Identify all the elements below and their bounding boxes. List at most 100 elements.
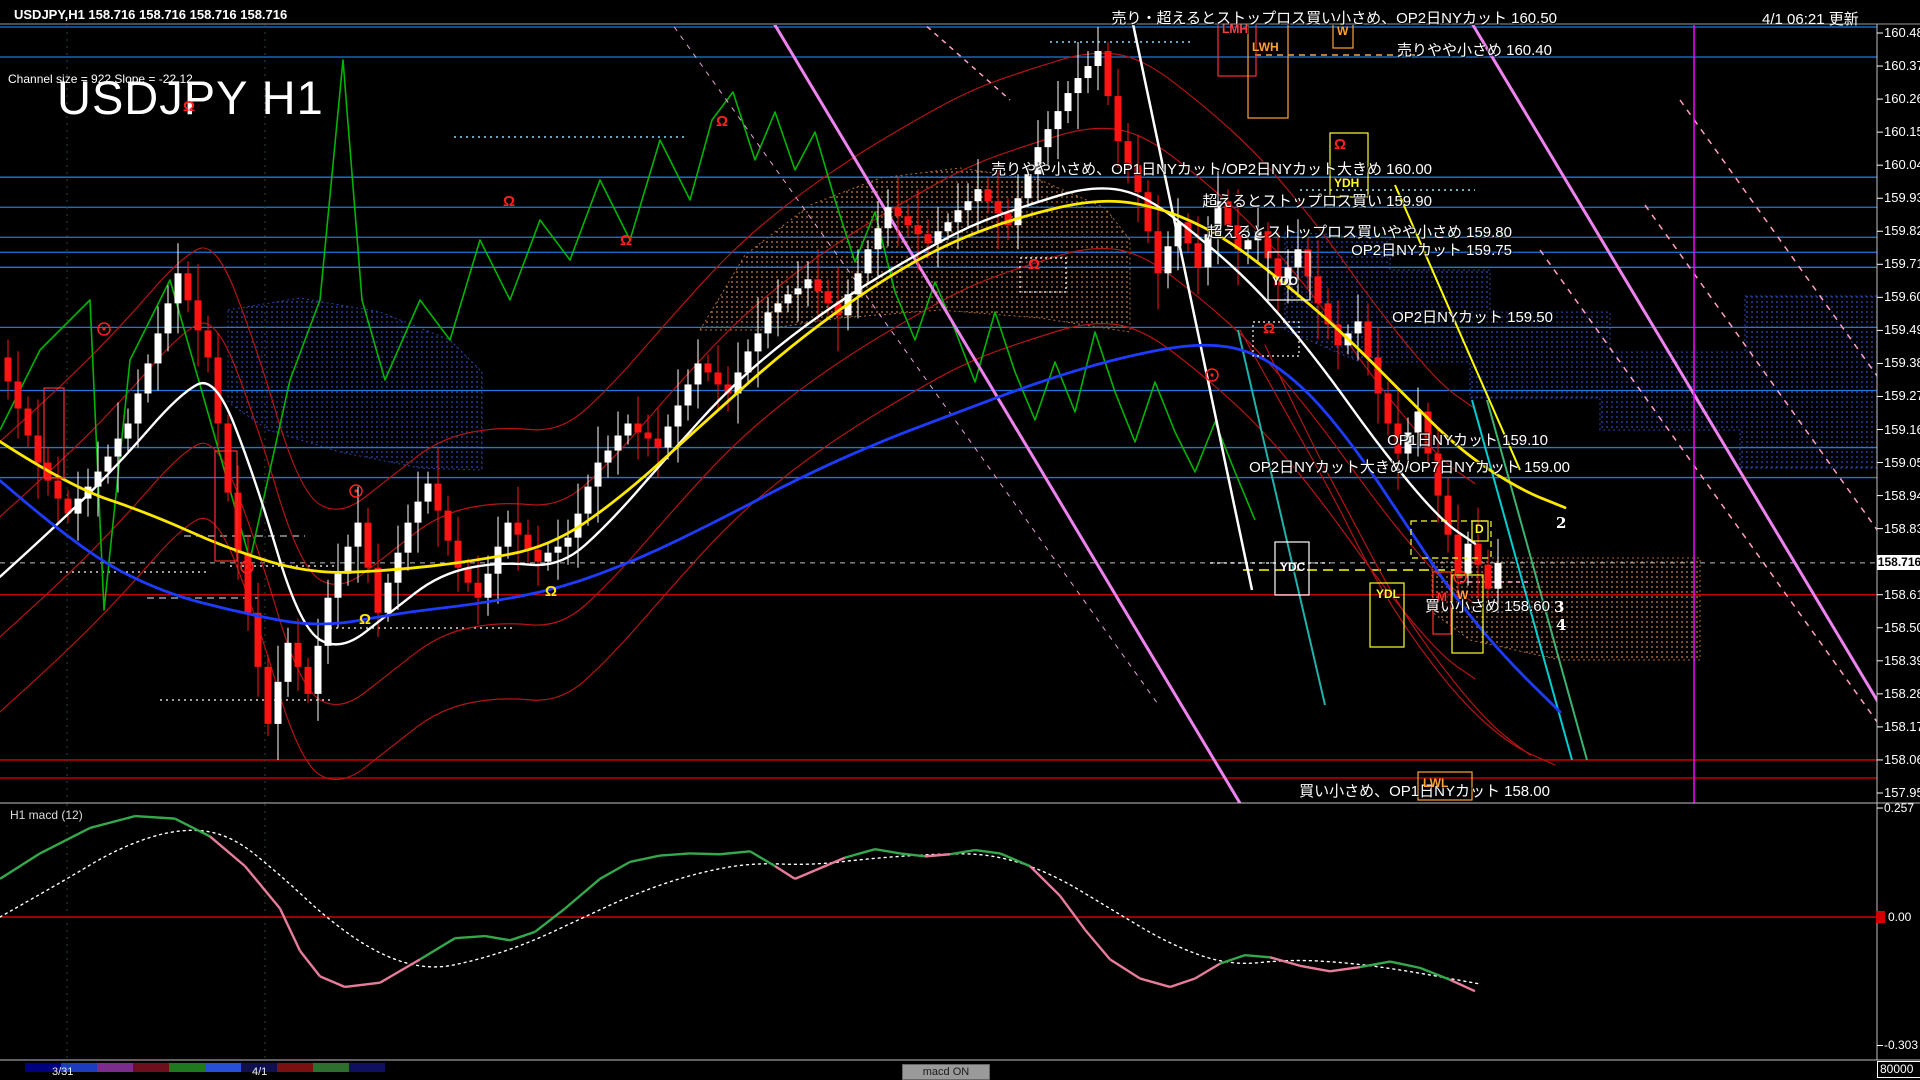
signal-marker-red: Ω (1028, 256, 1040, 273)
price-axis-label: 160.040 (1884, 157, 1920, 172)
candle-body (1395, 424, 1402, 454)
candle-body (135, 393, 142, 423)
object-box (1218, 6, 1256, 76)
signal-marker-red: Ω (1334, 136, 1346, 153)
candle-body (505, 523, 512, 547)
macd-main-line (565, 879, 600, 909)
candle-body (585, 487, 592, 514)
macd-main-line (510, 932, 535, 940)
object-tag-ydh: YDH (1334, 176, 1359, 190)
candle-body (365, 523, 372, 568)
count-label: 3 (1554, 598, 1564, 616)
object-tag-lwh: LWH (1252, 40, 1279, 54)
signal-marker-red: Ω (183, 98, 195, 115)
candle-body (1165, 246, 1172, 273)
macd-main-line (1300, 966, 1330, 972)
candle-body (1445, 496, 1452, 535)
macd-main-line (1060, 896, 1085, 930)
macd-main-line (135, 816, 175, 819)
object-tag-lmh: LMH (1222, 22, 1248, 36)
candle-body (625, 424, 632, 436)
candle-body (1025, 174, 1032, 198)
candle-body (1155, 231, 1162, 273)
object-tag-ydo: YDO (1272, 274, 1298, 288)
price-axis-label: 158.830 (1884, 521, 1920, 536)
macd-main-line (280, 909, 300, 951)
candle-body (125, 424, 132, 439)
price-axis-label: 158.500 (1884, 620, 1920, 635)
signal-marker-red: Ω (716, 113, 728, 130)
candle-body (535, 550, 542, 562)
candle-body (865, 249, 872, 273)
last-updated-timestamp: 4/1 06:21 更新 (1762, 8, 1859, 29)
candle-body (995, 201, 1002, 213)
session-bar (169, 1063, 205, 1072)
candle-body (1125, 141, 1132, 165)
macd-main-line (345, 983, 380, 987)
candle-body (885, 207, 892, 228)
macd-main-line (1085, 930, 1110, 960)
candle-body (115, 439, 122, 457)
signal-marker-red: Ω (1263, 320, 1275, 337)
candle-body (435, 484, 442, 511)
session-bar (313, 1063, 349, 1072)
macd-main-line (90, 816, 135, 828)
object-tag-w: W (1337, 24, 1348, 38)
macd-scale-label: 0.00 (1888, 910, 1911, 924)
macd-zero-marker (1876, 911, 1885, 923)
candle-body (1175, 222, 1182, 246)
price-axis-label: 159.820 (1884, 223, 1920, 238)
candle-body (355, 523, 362, 547)
price-axis-label: 158.170 (1884, 719, 1920, 734)
candle-body (385, 583, 392, 613)
macd-main-line (875, 849, 900, 853)
candle-body (55, 481, 62, 499)
candle-body (875, 228, 882, 249)
candle-body (415, 502, 422, 523)
candle-body (105, 457, 112, 472)
candle-body (1245, 240, 1252, 249)
circle-marker-dot (354, 489, 357, 492)
candle-body (815, 279, 822, 291)
session-bar (349, 1063, 385, 1072)
signal-marker-red: Ω (620, 232, 632, 249)
object-tag-lwl: LWL (1423, 776, 1448, 790)
macd-main-line (485, 936, 510, 940)
candle-body (465, 568, 472, 583)
candle-body (295, 643, 302, 667)
candle-body (1115, 96, 1122, 141)
macd-toggle-button[interactable]: macd ON (902, 1064, 990, 1080)
candle-body (1315, 276, 1322, 303)
candle-body (705, 363, 712, 372)
chart-canvas[interactable] (0, 0, 1920, 1080)
candle-body (795, 288, 802, 294)
macd-scale-label: 0.257 (1884, 801, 1914, 815)
candle-body (375, 568, 382, 613)
macd-main-line (600, 862, 630, 879)
candle-body (615, 436, 622, 451)
candle-body (515, 523, 522, 535)
ichimoku-cloud (228, 298, 482, 470)
trendline (1238, 330, 1325, 705)
candle-body (655, 439, 662, 448)
volume-scale-box: 80000 (1877, 1061, 1920, 1078)
macd-main-line (380, 959, 420, 982)
circle-marker-dot (1210, 373, 1213, 376)
candle-body (1475, 544, 1482, 565)
candle-body (175, 273, 182, 303)
price-axis-label: 159.930 (1884, 190, 1920, 205)
candle-body (715, 372, 722, 384)
signal-marker-red: Ω (503, 193, 515, 210)
candle-body (275, 682, 282, 724)
candle-body (945, 222, 952, 231)
object-tag-ydl: YDL (1376, 587, 1400, 601)
circle-marker-dot (102, 327, 105, 330)
candle-body (755, 333, 762, 351)
current-price-badge: 158.716 (1877, 555, 1920, 570)
candle-body (155, 333, 162, 363)
candle-body (1455, 535, 1462, 574)
candle-body (775, 303, 782, 312)
price-axis-label: 160.150 (1884, 124, 1920, 139)
candle-body (475, 583, 482, 598)
candle-body (35, 436, 42, 463)
